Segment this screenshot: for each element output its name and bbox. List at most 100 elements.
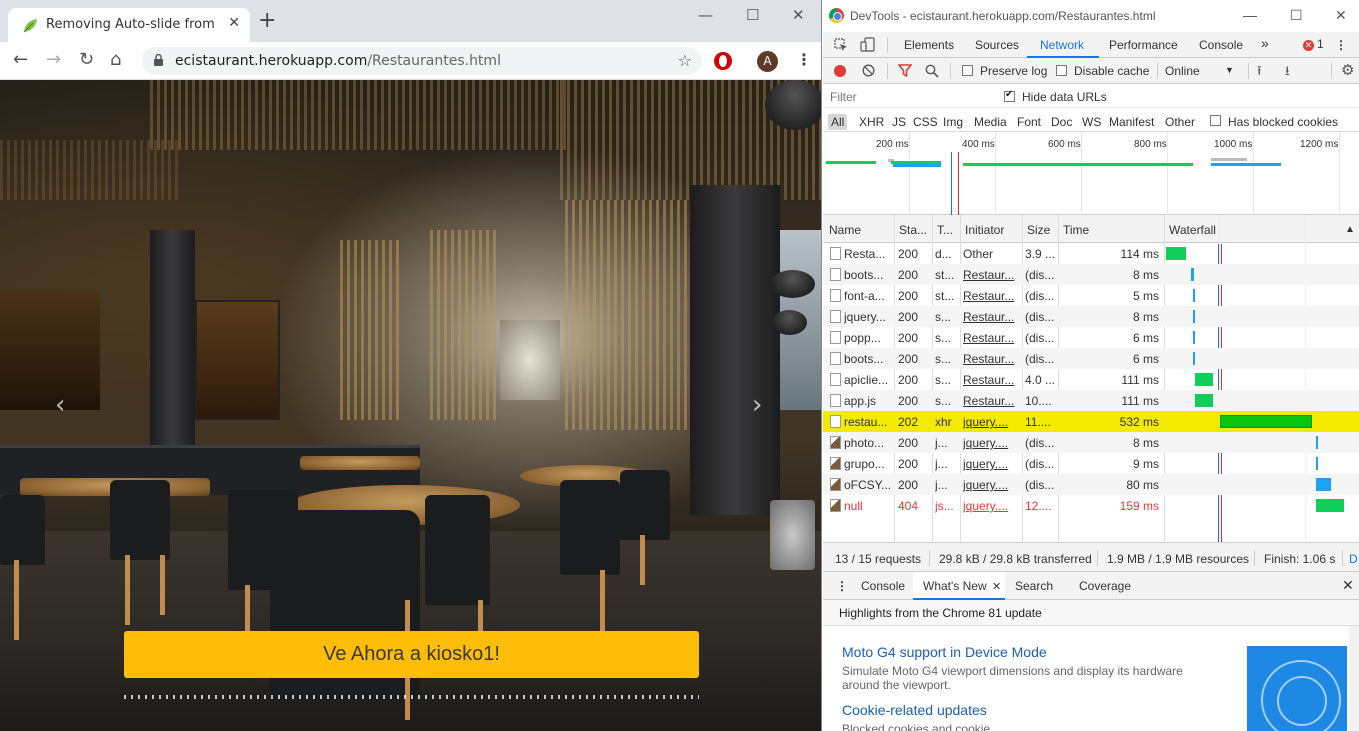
tab-performance[interactable]: Performance <box>1109 38 1178 52</box>
home-button[interactable]: ⌂ <box>110 50 121 70</box>
bookmark-star-icon[interactable]: ☆ <box>678 51 692 70</box>
network-overview-timeline[interactable]: 200 ms 400 ms 600 ms 800 ms 1000 ms 1200… <box>823 132 1359 215</box>
table-row[interactable]: app.js 200 s... Restaur... 10.... 111 ms <box>823 390 1359 411</box>
type-img[interactable]: Img <box>943 115 963 129</box>
disable-cache-checkbox[interactable] <box>1056 65 1067 76</box>
type-font[interactable]: Font <box>1017 115 1041 129</box>
drawer-menu-icon[interactable]: ⋮ <box>836 579 848 593</box>
cell-initiator[interactable]: Restaur... <box>963 310 1021 324</box>
type-ws[interactable]: WS <box>1082 115 1101 129</box>
clear-icon[interactable] <box>862 64 875 77</box>
whats-new-item-title[interactable]: Cookie-related updates <box>842 702 987 718</box>
cell-initiator[interactable]: Restaur... <box>963 394 1021 408</box>
filter-icon[interactable] <box>898 64 912 77</box>
cell-initiator[interactable]: jquery.... <box>963 478 1021 492</box>
table-row[interactable]: oFCSY... 200 j... jquery.... (dis... 80 ms <box>823 474 1359 495</box>
forward-button[interactable]: → <box>46 50 61 70</box>
cell-initiator[interactable]: Restaur... <box>963 289 1021 303</box>
device-toolbar-icon[interactable] <box>860 37 875 52</box>
filter-input[interactable] <box>828 88 990 105</box>
tab-close-icon[interactable]: ✕ <box>228 15 240 31</box>
opera-extension-icon[interactable] <box>714 52 732 70</box>
table-row[interactable]: null 404 js... jquery.... 12.... 159 ms <box>823 495 1359 516</box>
type-doc[interactable]: Doc <box>1051 115 1072 129</box>
cell-initiator[interactable]: Restaur... <box>963 268 1021 282</box>
cell-initiator[interactable]: Restaur... <box>963 373 1021 387</box>
profile-avatar[interactable]: A <box>757 51 778 72</box>
close-window-button[interactable]: ✕ <box>792 6 805 24</box>
table-row[interactable]: jquery... 200 s... Restaur... (dis... 8 ms <box>823 306 1359 327</box>
drawer-tab-search[interactable]: Search <box>1015 579 1053 593</box>
sort-arrow-icon[interactable]: ▲ <box>1345 224 1355 235</box>
import-har-icon[interactable]: ⭱ <box>1257 62 1262 84</box>
throttling-caret-icon[interactable]: ▼ <box>1225 65 1234 75</box>
drawer-close-icon[interactable]: ✕ <box>1342 577 1354 594</box>
search-icon[interactable] <box>925 64 939 78</box>
table-row[interactable]: boots... 200 st... Restaur... (dis... 8 ms <box>823 264 1359 285</box>
hide-data-urls-checkbox[interactable] <box>1004 89 1015 102</box>
cell-initiator[interactable]: jquery.... <box>963 499 1021 513</box>
preserve-log-checkbox[interactable] <box>962 65 973 76</box>
table-row[interactable]: popp... 200 s... Restaur... (dis... 6 ms <box>823 327 1359 348</box>
back-button[interactable]: ← <box>13 50 28 70</box>
inspect-element-icon[interactable] <box>834 38 848 52</box>
tab-elements[interactable]: Elements <box>904 38 954 52</box>
carousel-indicators[interactable] <box>124 695 699 699</box>
col-size[interactable]: Size <box>1027 223 1057 237</box>
cell-initiator[interactable]: Restaur... <box>963 352 1021 366</box>
cell-initiator[interactable]: Restaur... <box>963 331 1021 345</box>
minimize-button[interactable]: — <box>698 6 713 24</box>
devtools-close-button[interactable]: ✕ <box>1335 7 1347 24</box>
cell-initiator[interactable]: jquery.... <box>963 415 1021 429</box>
type-css[interactable]: CSS <box>913 115 938 129</box>
browser-menu-icon[interactable]: ⋮ <box>796 50 812 69</box>
table-row[interactable]: apiclie... 200 s... Restaur... 4.0 ... 111 ms <box>823 369 1359 390</box>
table-row[interactable]: photo... 200 j... jquery.... (dis... 8 ms <box>823 432 1359 453</box>
table-row[interactable]: grupo... 200 j... jquery.... (dis... 9 ms <box>823 453 1359 474</box>
col-type[interactable]: T... <box>937 223 961 237</box>
devtools-minimize-button[interactable]: — <box>1243 7 1257 23</box>
more-tabs-button[interactable]: » <box>1261 35 1269 51</box>
drawer-tab-coverage[interactable]: Coverage <box>1079 579 1131 593</box>
col-time[interactable]: Time <box>1063 223 1123 237</box>
type-xhr[interactable]: XHR <box>859 115 884 129</box>
carousel-prev-arrow[interactable]: ‹ <box>55 390 65 420</box>
cell-initiator[interactable]: jquery.... <box>963 436 1021 450</box>
table-row[interactable]: restau... 202 xhr jquery.... 11.... 532 ms <box>823 411 1359 432</box>
drawer-tab-whats-new[interactable]: What's New <box>923 579 987 593</box>
address-bar[interactable]: ecistaurant.herokuapp.com/Restaurantes.h… <box>142 47 702 75</box>
error-count-badge[interactable]: ✕ 1 <box>1303 37 1324 51</box>
table-row[interactable]: boots... 200 s... Restaur... (dis... 6 ms <box>823 348 1359 369</box>
new-tab-button[interactable]: + <box>258 10 276 32</box>
whats-new-item-title[interactable]: Moto G4 support in Device Mode <box>842 644 1047 660</box>
throttling-select[interactable]: Online <box>1165 64 1200 78</box>
go-to-kiosk-button[interactable]: Ve Ahora a kiosko1! <box>124 631 699 678</box>
has-blocked-cookies-checkbox[interactable] <box>1210 115 1221 126</box>
type-js[interactable]: JS <box>892 115 906 129</box>
export-har-icon[interactable]: ⭳ <box>1285 62 1290 84</box>
table-row[interactable]: Resta... 200 d... Other 3.9 ... 114 ms <box>823 243 1359 264</box>
cell-initiator[interactable]: jquery.... <box>963 457 1021 471</box>
settings-gear-icon[interactable]: ⚙ <box>1341 61 1354 79</box>
tab-network[interactable]: Network <box>1040 38 1084 52</box>
maximize-button[interactable]: ☐ <box>746 6 759 24</box>
cell-initiator[interactable]: Other <box>963 247 1021 261</box>
type-all[interactable]: All <box>828 114 848 130</box>
drawer-tab-close-icon[interactable]: ✕ <box>992 580 1001 593</box>
whats-new-scrollbar[interactable] <box>1349 626 1359 731</box>
tab-sources[interactable]: Sources <box>975 38 1019 52</box>
tab-console[interactable]: Console <box>1199 38 1243 52</box>
type-media[interactable]: Media <box>974 115 1007 129</box>
col-status[interactable]: Sta... <box>899 223 929 237</box>
drawer-tab-console[interactable]: Console <box>861 579 905 593</box>
col-name[interactable]: Name <box>829 223 889 237</box>
devtools-menu-icon[interactable]: ⋮ <box>1335 38 1347 52</box>
reload-button[interactable]: ↻ <box>79 50 94 70</box>
devtools-maximize-button[interactable]: ☐ <box>1290 7 1303 24</box>
table-row[interactable]: font-a... 200 st... Restaur... (dis... 5 ms <box>823 285 1359 306</box>
record-button[interactable] <box>834 65 846 77</box>
browser-tab[interactable]: Removing Auto-slide from Boots ✕ <box>8 8 250 42</box>
col-initiator[interactable]: Initiator <box>965 223 1020 237</box>
type-manifest[interactable]: Manifest <box>1109 115 1154 129</box>
carousel-next-arrow[interactable]: › <box>752 390 762 420</box>
